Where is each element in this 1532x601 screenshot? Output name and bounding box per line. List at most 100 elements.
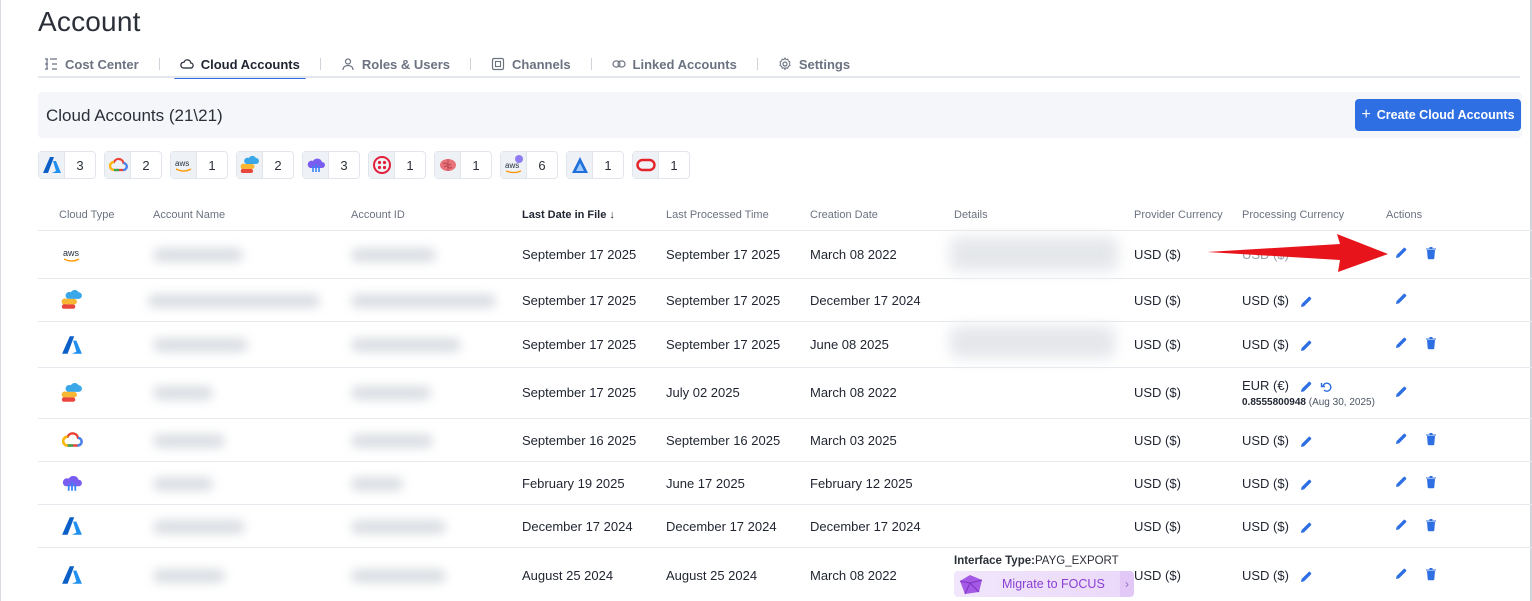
edit-currency-icon[interactable] <box>1299 570 1313 584</box>
purple-cloud-icon <box>62 475 82 491</box>
table-row[interactable]: September 17 2025 September 17 2025 June… <box>38 321 1532 367</box>
edit-currency-icon[interactable] <box>1299 435 1313 449</box>
row-actions <box>1394 518 1438 532</box>
tab-label: Channels <box>512 56 571 72</box>
chip-multicloud[interactable]: 2 <box>236 151 294 179</box>
last-processed-time: August 25 2024 <box>666 568 758 583</box>
edit-icon[interactable] <box>1394 432 1408 446</box>
edit-icon[interactable] <box>1394 518 1408 532</box>
chip-gcp[interactable]: 2 <box>104 151 162 179</box>
tab-linked-accounts[interactable]: Linked Accounts <box>606 50 743 78</box>
delete-icon[interactable] <box>1424 475 1438 489</box>
table-row[interactable]: August 25 2024 August 25 2024 March 08 2… <box>38 547 1532 601</box>
delete-icon[interactable] <box>1424 567 1438 581</box>
creation-date: February 12 2025 <box>810 476 913 491</box>
azure-icon <box>62 336 82 354</box>
details-redacted <box>950 326 1115 358</box>
multicloud-icon <box>61 383 82 402</box>
last-date-in-file: December 17 2024 <box>522 519 633 534</box>
delete-icon[interactable] <box>1424 246 1438 260</box>
chip-count: 1 <box>208 157 216 173</box>
section-title: Cloud Accounts (21\21) <box>46 106 223 125</box>
row-actions <box>1394 246 1438 260</box>
edit-currency-icon[interactable] <box>1299 478 1313 492</box>
col-details[interactable]: Details <box>954 209 988 221</box>
tab-label: Cost Center <box>65 56 139 72</box>
multicloud-icon <box>240 155 259 173</box>
create-cloud-accounts-button[interactable]: + Create Cloud Accounts <box>1355 99 1521 131</box>
exchange-rate-date: (Aug 30, 2025) <box>1308 396 1375 408</box>
multicloud-icon <box>61 290 82 309</box>
tab-channels[interactable]: Channels <box>485 50 577 78</box>
chip-azure[interactable]: 3 <box>38 151 96 179</box>
processing-currency-cell: USD ($) <box>1242 568 1313 584</box>
account-id-redacted <box>351 569 446 583</box>
edit-icon[interactable] <box>1394 385 1408 399</box>
col-account-id[interactable]: Account ID <box>351 209 405 221</box>
col-label: Last Date in File <box>522 209 607 221</box>
edit-currency-icon[interactable] <box>1299 380 1313 394</box>
plus-icon: + <box>1361 106 1371 123</box>
link-icon <box>611 60 626 68</box>
chip-aws-badge[interactable]: aws 6 <box>500 151 558 179</box>
edit-currency-icon[interactable] <box>1299 339 1313 353</box>
tab-roles-users[interactable]: Roles & Users <box>335 50 456 78</box>
chip-oracle[interactable]: 1 <box>632 151 690 179</box>
table-row[interactable]: September 16 2025 September 16 2025 Marc… <box>38 418 1532 461</box>
details-cell: Interface Type:PAYG_EXPORT Migrate to FO… <box>954 555 1134 597</box>
chip-aws[interactable]: aws 1 <box>170 151 228 179</box>
provider-currency: USD ($) <box>1134 476 1181 491</box>
chip-azure-alt[interactable]: 1 <box>566 151 624 179</box>
chevron-right-icon: › <box>1120 571 1134 597</box>
last-processed-time: July 02 2025 <box>666 385 740 400</box>
last-processed-time: December 17 2024 <box>666 519 777 534</box>
last-processed-time: June 17 2025 <box>666 476 745 491</box>
migrate-to-focus-button[interactable]: Migrate to FOCUS › <box>954 571 1134 597</box>
tab-cloud-accounts[interactable]: Cloud Accounts <box>173 50 307 79</box>
chip-purple-cloud[interactable]: 3 <box>302 151 360 179</box>
last-date-in-file: September 16 2025 <box>522 433 637 448</box>
last-date-in-file: September 17 2025 <box>522 293 637 308</box>
processing-currency: USD ($) <box>1242 568 1289 583</box>
twilio-icon <box>372 156 391 174</box>
col-creation-date[interactable]: Creation Date <box>810 209 878 221</box>
col-provider-currency[interactable]: Provider Currency <box>1134 209 1223 221</box>
edit-icon[interactable] <box>1394 336 1408 350</box>
delete-icon[interactable] <box>1424 432 1438 446</box>
creation-date: December 17 2024 <box>810 519 921 534</box>
table-row[interactable]: February 19 2025 June 17 2025 February 1… <box>38 461 1532 504</box>
edit-icon[interactable] <box>1394 475 1408 489</box>
account-name-redacted <box>153 248 243 262</box>
edit-currency-icon[interactable] <box>1299 295 1313 309</box>
col-last-processed-time[interactable]: Last Processed Time <box>666 209 769 221</box>
edit-icon[interactable] <box>1394 246 1408 260</box>
provider-filter-chips: 3 2 aws 1 2 3 1 1 aws 6 1 1 <box>38 151 690 179</box>
edit-icon[interactable] <box>1394 567 1408 581</box>
col-actions: Actions <box>1386 209 1423 221</box>
table-row[interactable]: September 17 2025 July 02 2025 March 08 … <box>38 367 1532 418</box>
col-last-date-in-file[interactable]: Last Date in File ↓ <box>522 209 615 221</box>
tab-divider <box>756 58 758 70</box>
col-account-name[interactable]: Account Name <box>153 209 225 221</box>
interface-type: Interface Type:PAYG_EXPORT <box>954 555 1134 567</box>
reset-rate-icon[interactable] <box>1320 380 1334 394</box>
table-row[interactable]: December 17 2024 December 17 2024 Decemb… <box>38 504 1532 547</box>
chip-twilio[interactable]: 1 <box>368 151 426 179</box>
creation-date: March 08 2022 <box>810 568 897 583</box>
col-cloud-type[interactable]: Cloud Type <box>59 209 114 221</box>
purple-cloud-icon <box>307 158 325 172</box>
account-name-redacted <box>153 338 248 352</box>
tab-divider <box>158 58 160 70</box>
tab-label: Linked Accounts <box>632 56 737 72</box>
tab-settings[interactable]: Settings <box>772 50 856 78</box>
chip-brain[interactable]: 1 <box>434 151 492 179</box>
col-processing-currency[interactable]: Processing Currency <box>1242 209 1344 221</box>
delete-icon[interactable] <box>1424 336 1438 350</box>
edit-currency-icon[interactable] <box>1299 521 1313 535</box>
tab-cost-center[interactable]: Cost Center <box>38 50 145 78</box>
delete-icon[interactable] <box>1424 518 1438 532</box>
table-row[interactable]: September 17 2025 September 17 2025 Dece… <box>38 278 1532 321</box>
edit-icon[interactable] <box>1394 292 1408 306</box>
account-id-redacted <box>351 520 446 534</box>
row-actions <box>1394 385 1408 399</box>
